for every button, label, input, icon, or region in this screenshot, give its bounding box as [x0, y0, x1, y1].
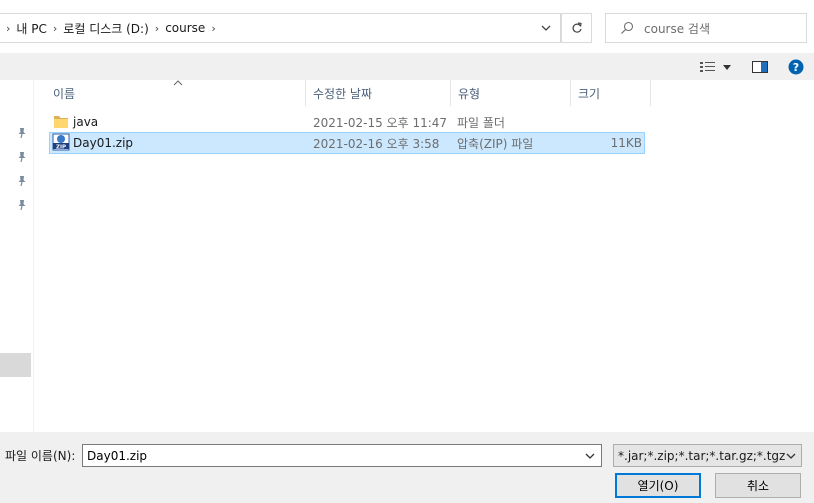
search-icon [621, 21, 634, 34]
file-type-filter[interactable]: *.jar;*.zip;*.tar;*.tar.gz;*.tgz [613, 444, 802, 467]
breadcrumb-this-pc[interactable]: 내 PC [16, 20, 46, 37]
file-row-day01-zip[interactable]: ZIP Day01.zip 2021-02-16 오후 3:58 압축(ZIP)… [49, 132, 645, 154]
refresh-button[interactable] [561, 13, 592, 43]
nav-selected-item[interactable] [0, 353, 31, 377]
help-icon: ? [788, 59, 804, 75]
help-button[interactable]: ? [786, 57, 806, 77]
file-name: Day01.zip [73, 136, 134, 150]
view-options-button[interactable] [695, 57, 735, 77]
filename-dropdown-button[interactable] [581, 445, 599, 466]
bottom-panel: 파일 이름(N): Day01.zip *.jar;*.zip;*.tar;*.… [0, 432, 814, 503]
refresh-icon [572, 22, 582, 33]
breadcrumb-separator[interactable]: › [149, 22, 165, 35]
column-header-date[interactable]: 수정한 날짜 [306, 80, 451, 106]
column-header-type[interactable]: 유형 [451, 80, 571, 106]
filename-input[interactable]: Day01.zip [82, 444, 602, 467]
file-size [565, 112, 645, 132]
pin-icon[interactable] [16, 174, 28, 188]
cancel-button[interactable]: 취소 [715, 473, 801, 498]
file-row-java[interactable]: java 2021-02-15 오후 11:47 파일 폴더 [49, 112, 645, 134]
breadcrumb-separator[interactable]: › [0, 22, 16, 35]
address-area: › 내 PC › 로컬 디스크 (D:) › course › course 검… [0, 0, 814, 53]
caret-down-icon [723, 64, 731, 70]
file-date: 2021-02-16 오후 3:58 [313, 136, 440, 151]
details-view-icon [700, 62, 715, 72]
search-placeholder[interactable]: course 검색 [644, 20, 710, 37]
file-size: 11KB [610, 136, 642, 150]
preview-pane-icon [752, 61, 768, 73]
breadcrumb-separator[interactable]: › [47, 22, 63, 35]
column-header-name[interactable]: 이름 [46, 80, 306, 106]
navigation-pane [0, 80, 34, 432]
pin-icon[interactable] [16, 126, 28, 140]
breadcrumb-course[interactable]: course [165, 21, 205, 35]
open-button[interactable]: 열기(O) [615, 473, 701, 498]
file-list: 이름 수정한 날짜 유형 크기 java 2021-02-15 오후 11:47… [34, 80, 814, 432]
file-type: 압축(ZIP) 파일 [457, 136, 534, 151]
pin-icon[interactable] [16, 198, 28, 212]
folder-icon [54, 116, 68, 128]
filename-label: 파일 이름(N): [5, 449, 76, 463]
breadcrumb-separator[interactable]: › [205, 22, 221, 35]
zip-file-icon: ZIP [52, 133, 70, 151]
file-name: java [73, 115, 99, 129]
file-type: 파일 폴더 [457, 115, 505, 130]
svg-text:ZIP: ZIP [56, 144, 66, 150]
chevron-down-icon [541, 25, 551, 31]
file-date: 2021-02-15 오후 11:47 [313, 115, 448, 130]
chevron-down-icon [585, 453, 595, 459]
filename-value[interactable]: Day01.zip [87, 449, 147, 463]
pin-icon[interactable] [16, 150, 28, 164]
address-history-dropdown[interactable] [532, 14, 560, 42]
search-box[interactable]: course 검색 [605, 13, 807, 43]
preview-pane-button[interactable] [749, 57, 771, 77]
filter-value: *.jar;*.zip;*.tar;*.tar.gz;*.tgz [618, 448, 786, 463]
svg-text:?: ? [793, 61, 799, 74]
column-header-size[interactable]: 크기 [571, 80, 651, 106]
address-bar[interactable]: › 내 PC › 로컬 디스크 (D:) › course › [0, 13, 561, 43]
toolbar: ? [0, 53, 814, 80]
breadcrumb-local-disk[interactable]: 로컬 디스크 (D:) [63, 20, 148, 37]
chevron-down-icon [786, 453, 796, 459]
filter-dropdown-button[interactable] [783, 445, 799, 466]
